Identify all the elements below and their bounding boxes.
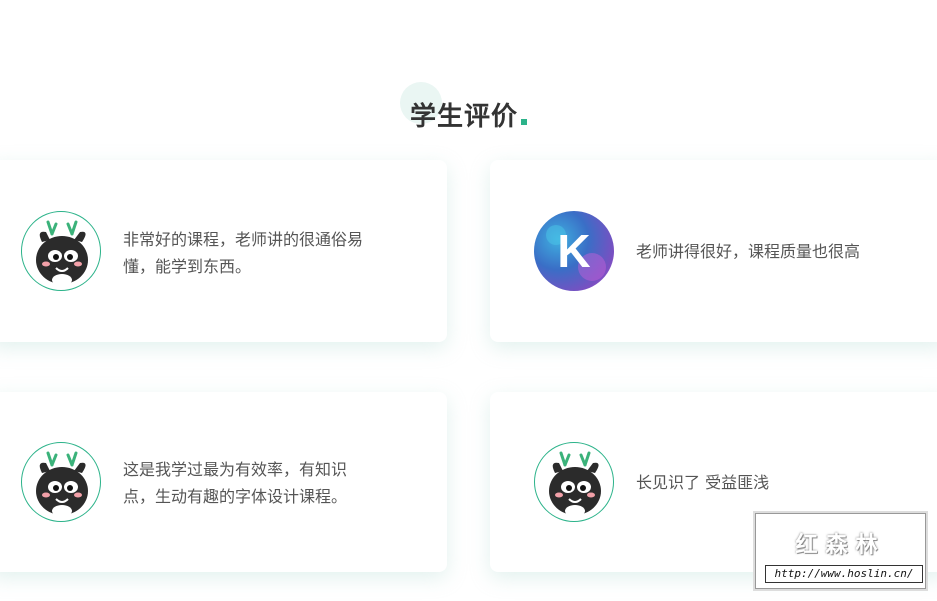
section-header: 学生评价 (0, 82, 937, 142)
review-text: 非常好的课程，老师讲的很通俗易 懂，能学到东西。 (123, 226, 423, 280)
review-text: 这是我学过最为有效率，有知识 点，生动有趣的字体设计课程。 (123, 456, 423, 510)
review-card: K 老师讲得很好，课程质量也很高 (490, 160, 937, 342)
watermark-url: http://www.hoslin.cn/ (765, 565, 923, 583)
section-title: 学生评价 (0, 96, 937, 133)
review-text-line: 点，生动有趣的字体设计课程。 (123, 487, 348, 506)
review-card: 这是我学过最为有效率，有知识 点，生动有趣的字体设计课程。 (0, 392, 447, 572)
watermark-logo: 红森林 (795, 533, 886, 558)
review-text-line: 非常好的课程，老师讲的很通俗易 (123, 230, 364, 249)
title-accent-dot (521, 119, 527, 125)
k-letter-avatar-icon[interactable]: K (534, 211, 614, 291)
top-strip (0, 0, 937, 30)
section-title-text: 学生评价 (409, 102, 518, 132)
dragon-mascot-avatar-icon[interactable] (21, 211, 101, 291)
dragon-mascot-avatar-icon[interactable] (534, 442, 614, 522)
review-text: 老师讲得很好，课程质量也很高 (636, 238, 936, 265)
review-text-line: 懂，能学到东西。 (123, 257, 252, 276)
watermark: 红森林 http://www.hoslin.cn/ (753, 511, 928, 591)
k-letter: K (557, 225, 590, 277)
review-text-line: 这是我学过最为有效率，有知识 (123, 460, 348, 479)
review-text: 长见识了 受益匪浅 (636, 469, 896, 496)
dragon-mascot-avatar-icon[interactable] (21, 442, 101, 522)
review-card: 非常好的课程，老师讲的很通俗易 懂，能学到东西。 (0, 160, 447, 342)
review-text-line: 老师讲得很好，课程质量也很高 (636, 242, 861, 261)
review-text-line: 长见识了 受益匪浅 (636, 473, 770, 492)
